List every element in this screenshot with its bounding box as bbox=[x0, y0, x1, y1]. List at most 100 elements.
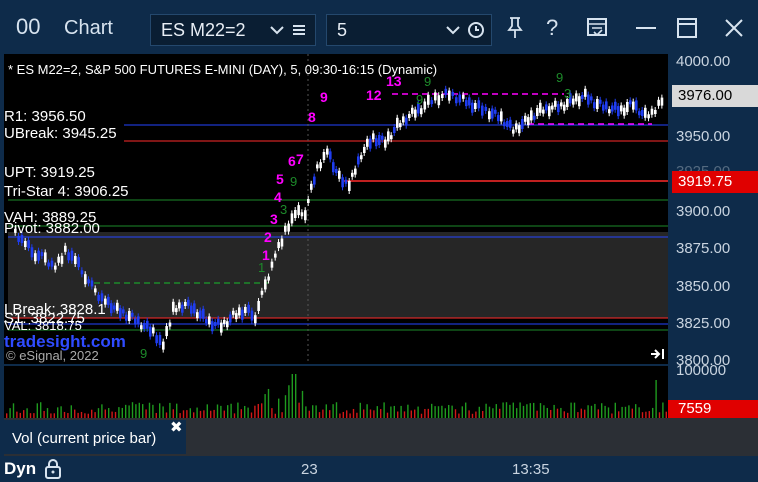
volume-bar bbox=[550, 409, 552, 418]
volume-bar bbox=[400, 405, 402, 418]
candle bbox=[119, 308, 122, 319]
volume-bar bbox=[369, 409, 372, 418]
candle bbox=[217, 318, 220, 325]
candle bbox=[304, 210, 307, 221]
price-axis[interactable]: 4000.00 3976.00 3950.00 3925.00 3919.75 … bbox=[668, 53, 758, 369]
candle bbox=[50, 260, 54, 267]
price-chart[interactable]: 1 2 3 4 5 6 7 8 9 12 13 1 3 9 9 9 9 9 3 * ES M22=2, S&P 50… bbox=[4, 54, 668, 364]
candle bbox=[74, 256, 77, 264]
td-count-label: 6 bbox=[288, 153, 296, 169]
volume-bar bbox=[210, 410, 212, 418]
volume-bar bbox=[393, 405, 395, 418]
lock-icon[interactable] bbox=[44, 459, 62, 479]
candle bbox=[329, 151, 332, 160]
setup-count-label: 9 bbox=[556, 70, 563, 85]
candle bbox=[372, 133, 375, 140]
volume-bar bbox=[145, 409, 147, 418]
candle bbox=[178, 302, 181, 309]
close-study-icon[interactable]: ✖ bbox=[170, 418, 183, 436]
time-label: 13:35 bbox=[512, 461, 550, 478]
volume-bar bbox=[40, 402, 42, 418]
interval-field[interactable]: 5 bbox=[326, 14, 492, 46]
volume-bar bbox=[451, 405, 453, 418]
volume-bar bbox=[70, 405, 72, 418]
candle bbox=[390, 135, 393, 140]
candle bbox=[500, 111, 503, 122]
volume-bar bbox=[543, 405, 545, 418]
volume-bar bbox=[271, 408, 273, 418]
volume-pane[interactable] bbox=[4, 366, 668, 418]
candle bbox=[310, 183, 313, 190]
volume-bar bbox=[556, 408, 559, 418]
candle bbox=[536, 108, 539, 116]
candle bbox=[257, 301, 260, 311]
volume-bar bbox=[526, 404, 528, 418]
volume-bar bbox=[522, 405, 525, 418]
volume-bar bbox=[131, 402, 134, 418]
candle bbox=[87, 279, 90, 284]
candle bbox=[430, 100, 434, 105]
candle bbox=[650, 108, 654, 115]
candle bbox=[149, 326, 152, 337]
volume-bar bbox=[533, 402, 535, 418]
candle bbox=[399, 123, 402, 128]
candle bbox=[551, 105, 554, 110]
candle bbox=[172, 301, 175, 312]
volume-bar bbox=[206, 404, 208, 418]
volume-study-tab[interactable]: Vol (current price bar) ✖ bbox=[4, 418, 186, 454]
close-icon[interactable] bbox=[724, 18, 744, 38]
candle bbox=[484, 106, 488, 111]
scroll-to-latest-icon[interactable] bbox=[650, 348, 666, 360]
axis-label: 4000.00 bbox=[676, 53, 731, 70]
candle bbox=[131, 312, 134, 317]
volume-bar bbox=[492, 408, 494, 418]
volume-bar bbox=[148, 402, 151, 418]
candle bbox=[190, 305, 193, 314]
candle bbox=[539, 102, 542, 113]
volume-bar bbox=[485, 403, 487, 418]
candle bbox=[116, 302, 119, 311]
candle bbox=[375, 138, 378, 147]
template-icon[interactable] bbox=[586, 16, 608, 38]
candle bbox=[638, 111, 641, 116]
volume-bar bbox=[519, 402, 521, 418]
dynamic-mode-label[interactable]: Dyn bbox=[4, 459, 36, 479]
candle bbox=[654, 110, 657, 114]
candle bbox=[90, 280, 94, 287]
candle bbox=[632, 101, 635, 110]
copyright: © eSignal, 2022 bbox=[6, 348, 99, 363]
volume-axis: 100000 7559 bbox=[668, 362, 758, 418]
candle bbox=[420, 108, 423, 115]
candle bbox=[444, 88, 448, 95]
candle bbox=[128, 311, 131, 321]
candle bbox=[250, 310, 254, 321]
symbol-field[interactable]: ES M22=2 bbox=[150, 14, 316, 46]
candle bbox=[137, 316, 140, 325]
maximize-icon[interactable] bbox=[677, 18, 697, 38]
help-icon[interactable]: ? bbox=[546, 15, 558, 41]
interval-text: 5 bbox=[337, 20, 348, 40]
volume-bar bbox=[267, 388, 270, 418]
minimize-icon[interactable] bbox=[636, 26, 656, 30]
upt-price-marker: 3919.75 bbox=[672, 171, 758, 193]
volume-bar bbox=[216, 404, 219, 418]
volume-bar bbox=[125, 404, 127, 418]
td-count-label: 5 bbox=[276, 171, 284, 187]
last-price-marker: 3976.00 bbox=[672, 85, 758, 107]
pin-icon[interactable] bbox=[506, 16, 524, 40]
volume-bar bbox=[152, 404, 154, 418]
candle bbox=[545, 104, 548, 111]
candle bbox=[152, 327, 155, 334]
candle bbox=[354, 168, 357, 175]
clock-icon[interactable] bbox=[467, 21, 485, 39]
chevron-down-icon[interactable] bbox=[445, 24, 461, 36]
chevron-down-icon[interactable] bbox=[269, 24, 285, 36]
candle bbox=[602, 104, 605, 111]
candle bbox=[316, 164, 319, 169]
candle bbox=[168, 322, 172, 327]
candle bbox=[641, 110, 644, 116]
chart-header: * ES M22=2, S&P 500 FUTURES E-MINI (DAY)… bbox=[8, 62, 438, 77]
candle bbox=[47, 262, 50, 267]
candle bbox=[319, 162, 322, 169]
menu-icon[interactable] bbox=[291, 22, 307, 38]
